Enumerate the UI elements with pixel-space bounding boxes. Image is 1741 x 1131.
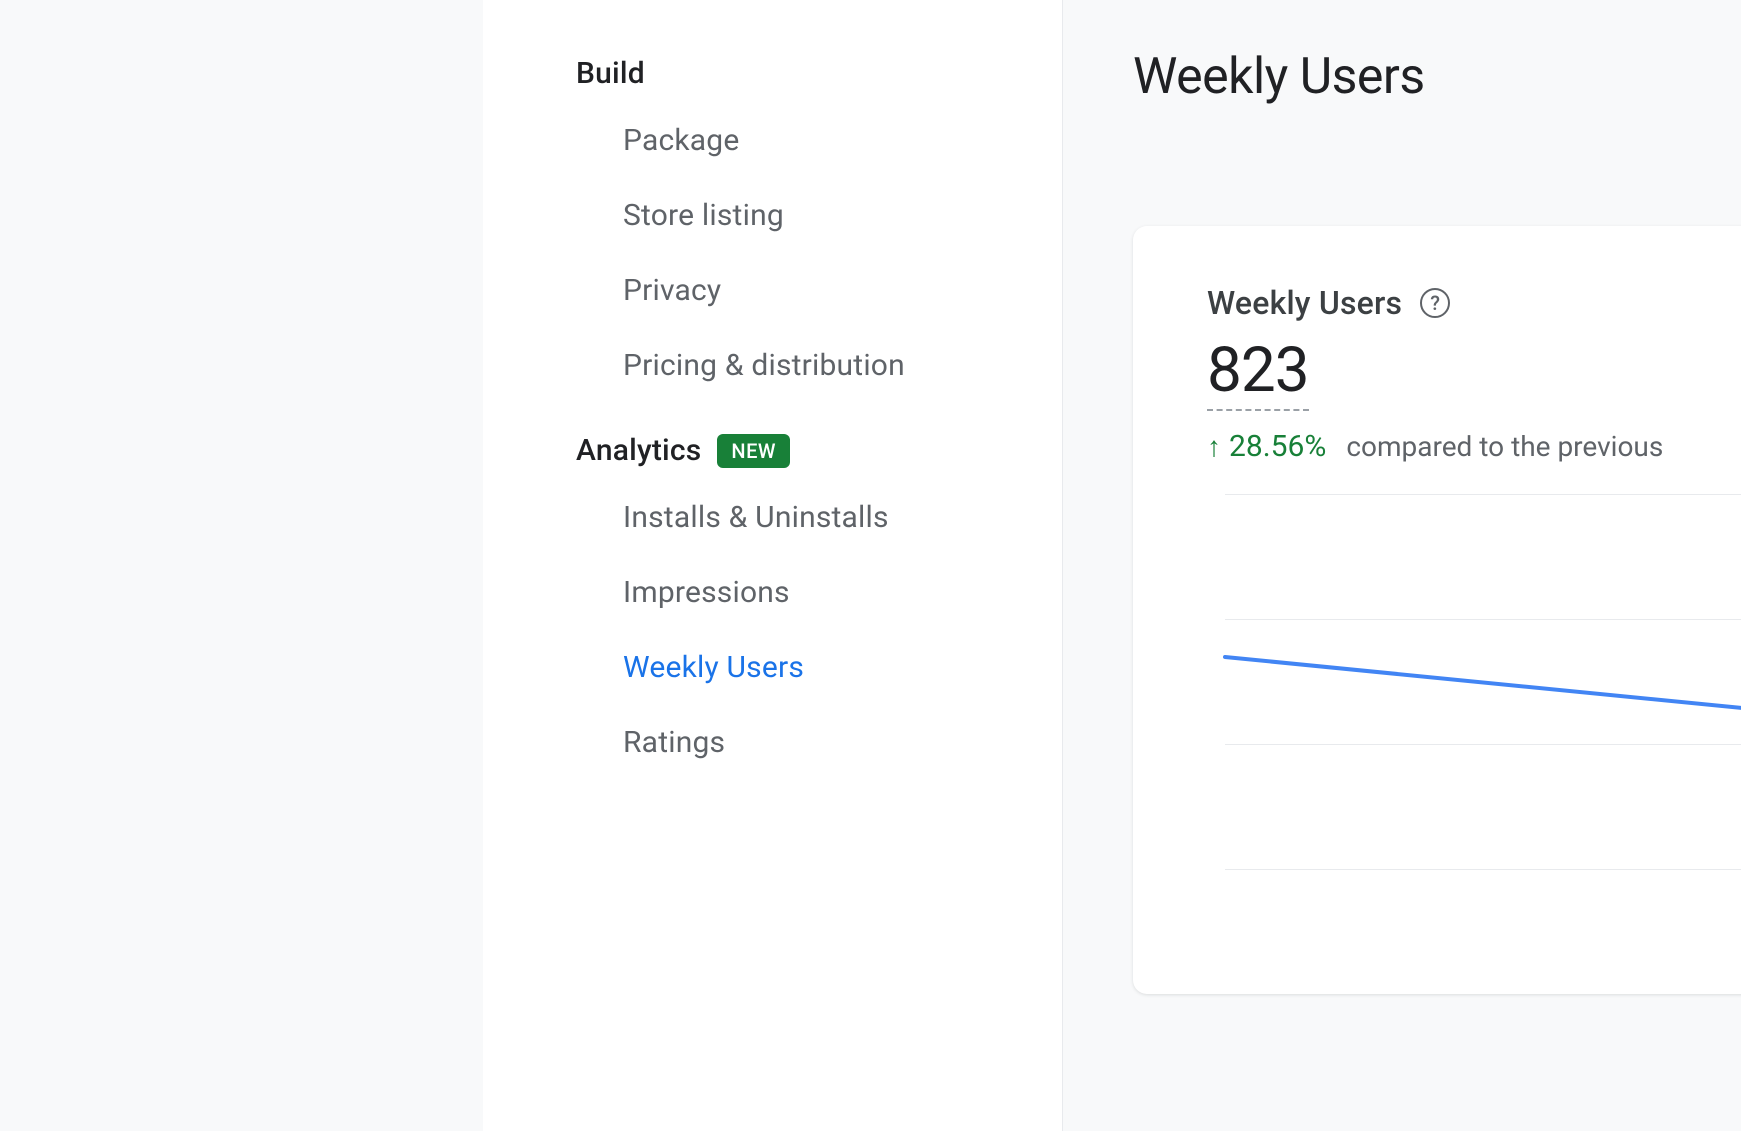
left-gutter [0,0,483,1131]
card-title: Weekly Users [1207,284,1402,322]
trend-indicator: ↑ 28.56% [1207,429,1326,464]
trend-row: ↑ 28.56% compared to the previous [1207,429,1741,464]
main-content: Weekly Users Weekly Users ? 823 ↑ 28.56%… [1063,0,1741,1131]
chart-line-svg [1207,494,1741,994]
sidebar-section-label: Build [576,56,645,91]
help-icon[interactable]: ? [1420,288,1450,318]
page-title: Weekly Users [1133,48,1741,106]
sidebar-item-pricing-distribution[interactable]: Pricing & distribution [483,328,1062,403]
weekly-users-card: Weekly Users ? 823 ↑ 28.56% compared to … [1133,226,1741,994]
sidebar-item-label: Ratings [623,725,725,760]
sidebar-section-label: Analytics [576,433,701,468]
sidebar-item-package[interactable]: Package [483,103,1062,178]
sidebar-item-store-listing[interactable]: Store listing [483,178,1062,253]
sidebar-item-label: Impressions [623,575,790,610]
sidebar-item-label: Pricing & distribution [623,348,905,383]
sidebar-item-ratings[interactable]: Ratings [483,705,1062,780]
trend-percent: 28.56% [1229,429,1326,464]
trend-compare-text: compared to the previous [1346,430,1663,463]
sidebar-section-build[interactable]: Build [483,44,1062,103]
sidebar-section-analytics[interactable]: Analytics NEW [483,421,1062,480]
weekly-users-chart [1207,494,1741,994]
card-header: Weekly Users ? [1207,284,1741,322]
sidebar-item-impressions[interactable]: Impressions [483,555,1062,630]
sidebar-item-weekly-users[interactable]: Weekly Users [483,630,1062,705]
metric-value: 823 [1207,334,1309,411]
sidebar-item-label: Store listing [623,198,784,233]
sidebar-item-label: Package [623,123,739,158]
app-layout: Build Package Store listing Privacy Pric… [0,0,1741,1131]
new-badge: NEW [717,434,790,468]
arrow-up-icon: ↑ [1207,433,1221,461]
sidebar-item-label: Weekly Users [623,650,804,685]
sidebar-item-label: Installs & Uninstalls [623,500,889,535]
sidebar-item-label: Privacy [623,273,721,308]
sidebar-item-installs-uninstalls[interactable]: Installs & Uninstalls [483,480,1062,555]
sidebar-item-privacy[interactable]: Privacy [483,253,1062,328]
sidebar: Build Package Store listing Privacy Pric… [483,0,1063,1131]
